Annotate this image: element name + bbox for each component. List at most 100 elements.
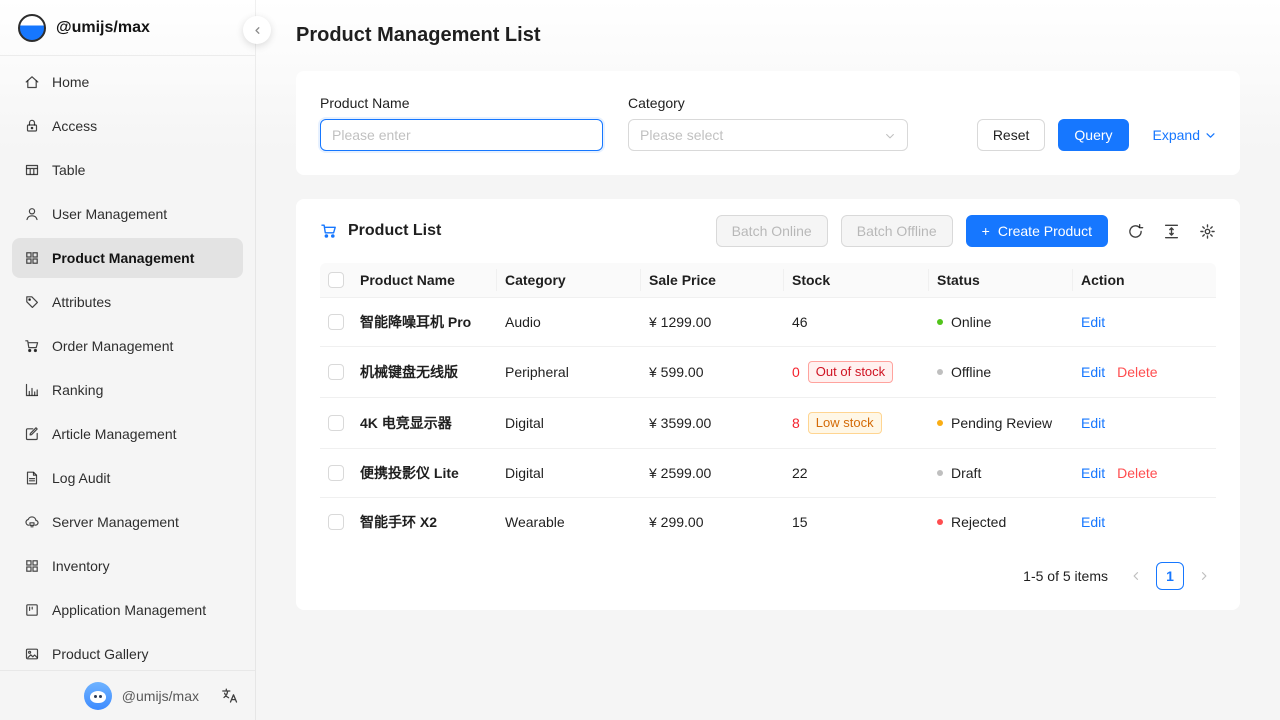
edit-link[interactable]: Edit xyxy=(1081,314,1105,330)
cell-stock: 46 xyxy=(784,300,929,344)
sidebar: @umijs/max Home Access Table User Manage… xyxy=(0,0,256,720)
cell-status: Rejected xyxy=(929,500,1073,544)
stock-badge: Out of stock xyxy=(808,361,893,383)
cloud-server-icon xyxy=(24,514,40,530)
create-product-button[interactable]: + Create Product xyxy=(966,215,1108,247)
column-header-action: Action xyxy=(1073,263,1216,297)
status-text: Offline xyxy=(951,364,991,380)
cell-stock: 0 Out of stock xyxy=(784,347,929,397)
category-select[interactable]: Please select xyxy=(628,119,908,151)
column-height-icon[interactable] xyxy=(1163,223,1180,240)
cell-product-name: 便携投影仪 Lite xyxy=(352,449,497,497)
list-title: Product List xyxy=(320,222,441,240)
sidebar-item-label: Table xyxy=(52,162,85,178)
delete-link[interactable]: Delete xyxy=(1117,465,1157,481)
status-dot xyxy=(937,319,943,325)
sidebar-item-home[interactable]: Home xyxy=(12,62,243,102)
stock-number: 0 xyxy=(792,364,800,380)
cell-category: Digital xyxy=(497,401,641,445)
pagination-page-1[interactable]: 1 xyxy=(1156,562,1184,590)
bar-chart-icon xyxy=(24,382,40,398)
sidebar-item-order-management[interactable]: Order Management xyxy=(12,326,243,366)
search-actions: Reset Query Expand xyxy=(977,119,1216,151)
delete-link[interactable]: Delete xyxy=(1117,364,1157,380)
query-button[interactable]: Query xyxy=(1058,119,1128,151)
home-icon xyxy=(24,74,40,90)
sidebar-item-label: Product Gallery xyxy=(52,646,148,662)
edit-link[interactable]: Edit xyxy=(1081,465,1105,481)
brand-title: @umijs/max xyxy=(56,19,150,37)
row-checkbox[interactable] xyxy=(328,314,344,330)
sidebar-collapse-button[interactable] xyxy=(243,16,271,44)
pagination-next-button[interactable] xyxy=(1192,562,1216,590)
batch-online-button[interactable]: Batch Online xyxy=(716,215,828,247)
sidebar-item-inventory[interactable]: Inventory xyxy=(12,546,243,586)
cell-category: Digital xyxy=(497,451,641,495)
sidebar-item-access[interactable]: Access xyxy=(12,106,243,146)
cell-product-name: 机械键盘无线版 xyxy=(352,348,497,396)
category-field: Category Please select xyxy=(628,95,908,151)
column-header-status: Status xyxy=(929,263,1073,297)
edit-link[interactable]: Edit xyxy=(1081,514,1105,530)
sidebar-item-table[interactable]: Table xyxy=(12,150,243,190)
sidebar-item-product-management[interactable]: Product Management xyxy=(12,238,243,278)
status-dot xyxy=(937,420,943,426)
reload-icon[interactable] xyxy=(1127,223,1144,240)
sidebar-item-log-audit[interactable]: Log Audit xyxy=(12,458,243,498)
cell-action: Edit xyxy=(1073,300,1216,344)
sidebar-item-ranking[interactable]: Ranking xyxy=(12,370,243,410)
product-list-card: Product List Batch Online Batch Offline … xyxy=(296,199,1240,610)
table-row: 机械键盘无线版 Peripheral ¥ 599.00 0 Out of sto… xyxy=(320,346,1216,397)
column-header-sale-price: Sale Price xyxy=(641,263,784,297)
cell-sale-price: ¥ 599.00 xyxy=(641,350,784,394)
user-avatar[interactable] xyxy=(84,682,112,710)
main-content: Product Management List Product Name Cat… xyxy=(256,0,1280,610)
cell-action: Edit Delete xyxy=(1073,451,1216,495)
sidebar-item-label: Access xyxy=(52,118,97,134)
batch-offline-button[interactable]: Batch Offline xyxy=(841,215,953,247)
setting-icon[interactable] xyxy=(1199,223,1216,240)
table-row: 便携投影仪 Lite Digital ¥ 2599.00 22 Draft Ed… xyxy=(320,448,1216,497)
expand-label: Expand xyxy=(1153,127,1200,143)
select-all-checkbox[interactable] xyxy=(328,272,344,288)
sidebar-item-application-management[interactable]: Application Management xyxy=(12,590,243,630)
cell-action: Edit Delete xyxy=(1073,350,1216,394)
sidebar-item-article-management[interactable]: Article Management xyxy=(12,414,243,454)
sidebar-item-product-gallery[interactable]: Product Gallery xyxy=(12,634,243,670)
row-checkbox[interactable] xyxy=(328,364,344,380)
sidebar-item-server-management[interactable]: Server Management xyxy=(12,502,243,542)
cell-action: Edit xyxy=(1073,500,1216,544)
row-checkbox[interactable] xyxy=(328,415,344,431)
status-dot xyxy=(937,519,943,525)
cell-category: Audio xyxy=(497,300,641,344)
project-icon xyxy=(24,602,40,618)
reset-button[interactable]: Reset xyxy=(977,119,1046,151)
pagination-prev-button[interactable] xyxy=(1124,562,1148,590)
product-name-input[interactable] xyxy=(320,119,603,151)
plus-icon: + xyxy=(982,223,990,239)
footer-username[interactable]: @umijs/max xyxy=(122,688,199,704)
sidebar-item-label: Product Management xyxy=(52,250,194,266)
page-title: Product Management List xyxy=(296,24,1240,47)
brand-header[interactable]: @umijs/max xyxy=(0,0,255,56)
translate-icon[interactable] xyxy=(221,687,239,705)
sidebar-item-attributes[interactable]: Attributes xyxy=(12,282,243,322)
row-checkbox[interactable] xyxy=(328,465,344,481)
expand-toggle[interactable]: Expand xyxy=(1153,127,1216,143)
sidebar-item-label: Home xyxy=(52,74,89,90)
cell-action: Edit xyxy=(1073,401,1216,445)
row-checkbox[interactable] xyxy=(328,514,344,530)
product-name-label: Product Name xyxy=(320,95,603,111)
cell-category: Wearable xyxy=(497,500,641,544)
status-dot xyxy=(937,369,943,375)
cell-stock: 8 Low stock xyxy=(784,398,929,448)
edit-link[interactable]: Edit xyxy=(1081,364,1105,380)
sidebar-item-label: Inventory xyxy=(52,558,110,574)
product-table: Product Name Category Sale Price Stock S… xyxy=(320,263,1216,546)
sidebar-item-user-management[interactable]: User Management xyxy=(12,194,243,234)
product-name-field: Product Name xyxy=(320,95,603,151)
edit-link[interactable]: Edit xyxy=(1081,415,1105,431)
sidebar-item-label: Order Management xyxy=(52,338,173,354)
table-header-row: Product Name Category Sale Price Stock S… xyxy=(320,263,1216,297)
cell-sale-price: ¥ 299.00 xyxy=(641,500,784,544)
